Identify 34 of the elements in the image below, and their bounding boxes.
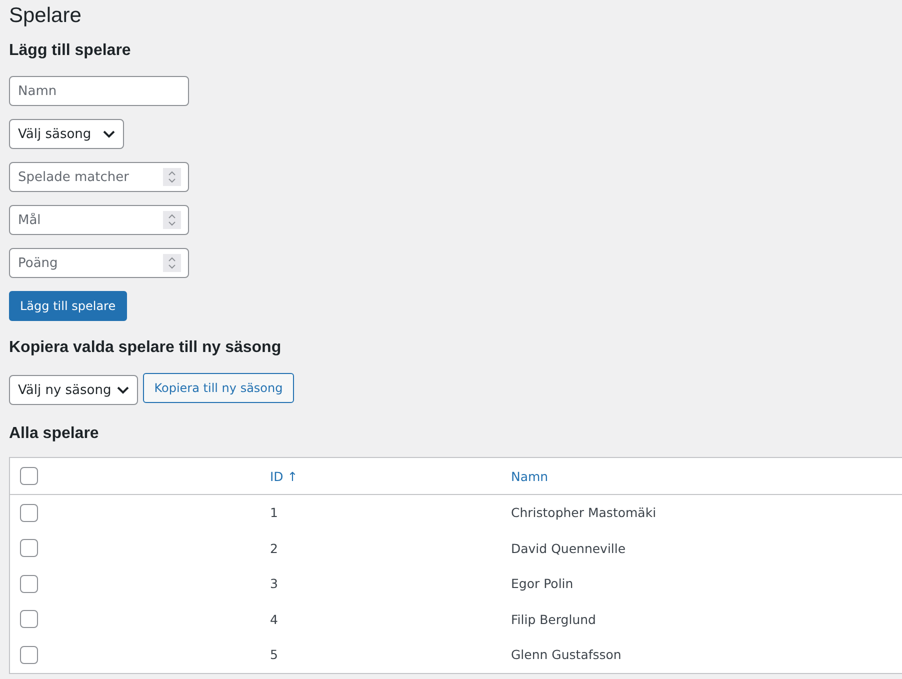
select-all-checkbox[interactable] [20,467,38,485]
name-cell: Filip Berglund [511,612,596,627]
id-cell: 1 [270,505,278,520]
name-cell: Christopher Mastomäki [511,505,656,520]
id-cell: 2 [270,540,278,556]
page-title: Spelare [9,4,82,28]
name-cell: Glenn Gustafsson [511,647,622,662]
number-field[interactable]: Spelade matcher [9,162,189,192]
spinner-icon[interactable] [163,211,181,229]
spinner-icon[interactable] [163,254,181,272]
new-season-select[interactable]: Välj ny säsong [9,375,138,405]
id-cell: 3 [270,576,278,592]
spinner-icon[interactable] [163,168,181,186]
id-cell: 5 [270,647,278,662]
row-checkbox[interactable] [20,574,38,593]
column-header-link[interactable]: Namn [511,468,548,484]
row-checkbox[interactable] [20,504,38,522]
copy-button[interactable]: Kopiera till ny säsong [143,373,294,403]
row-checkbox[interactable] [20,539,38,558]
name-cell: David Quenneville [511,540,626,556]
row-checkbox[interactable] [20,610,38,628]
section-heading: Alla spelare [9,425,100,443]
column-header-link[interactable]: ID ↑ [270,468,298,484]
chevron-down-icon [103,130,116,138]
add-player-button[interactable]: Lägg till spelare [9,291,127,321]
season-select[interactable]: Välj säsong [9,119,124,149]
number-field[interactable]: Poäng [9,248,189,278]
chevron-down-icon [117,386,130,394]
id-cell: 4 [270,612,278,627]
section-heading: Kopiera valda spelare till ny säsong [9,339,282,357]
section-heading: Lägg till spelare [9,42,132,60]
row-checkbox[interactable] [20,646,38,664]
name-field[interactable]: Namn [9,76,189,106]
name-cell: Egor Polin [511,576,574,592]
